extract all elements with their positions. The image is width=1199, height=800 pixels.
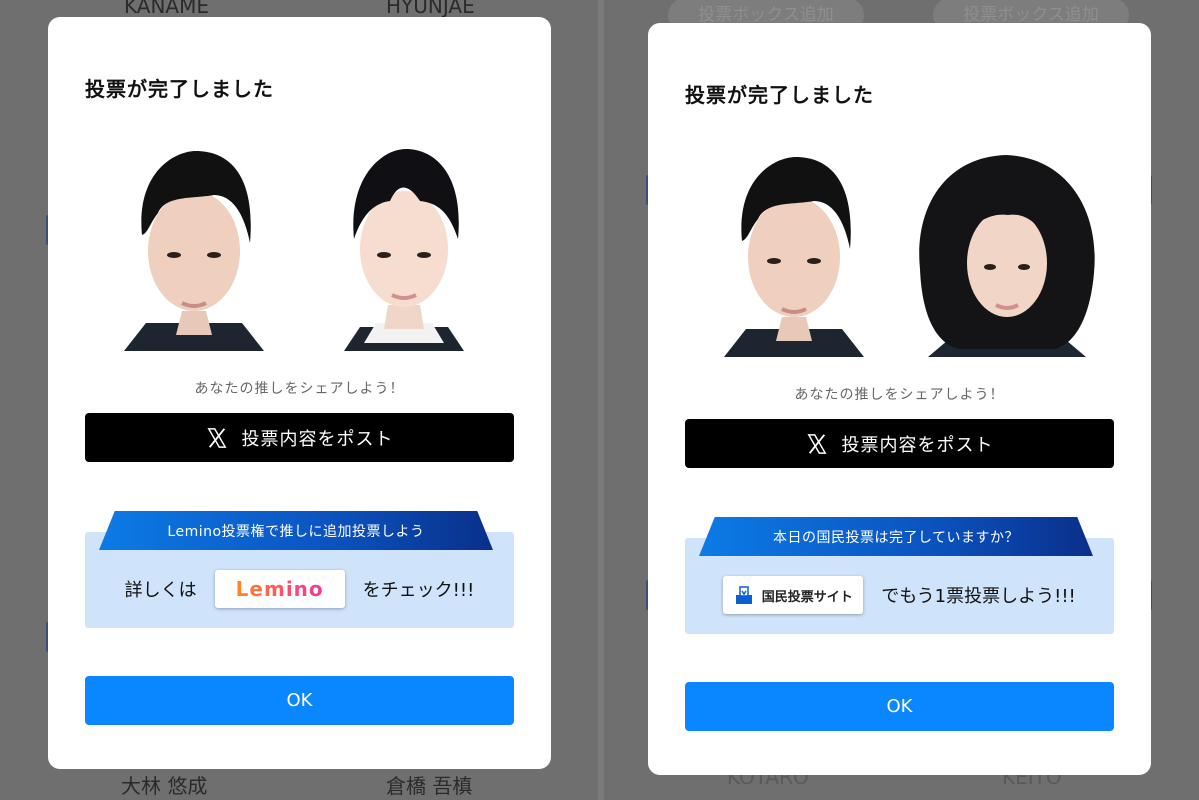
post-button-label: 投票内容をポスト [841,434,994,456]
lemino-promo-box: Lemino投票権で推しに追加投票しよう 詳しくは Lemino をチェック!!… [85,511,514,628]
bg-name-top-2: HYUNJAE [386,0,475,18]
site-badge-label: 国民投票サイト [761,589,853,605]
candidate-photo-1 [714,149,874,357]
x-logo-icon [806,433,827,454]
x-logo-icon [206,427,227,448]
candidate-photo-2 [914,149,1100,357]
lemino-logo: Lemino [235,577,324,601]
promo-suffix: でもう1票投票しよう!!! [881,586,1076,607]
lemino-link-button[interactable]: Lemino [214,570,345,608]
modal-title: 投票が完了しました [685,83,874,107]
vote-complete-modal: 投票が完了しました あなたの推しをシェアしよう！ 投票内容をポスト 本日の国民投… [648,23,1151,775]
national-vote-site-button[interactable]: 国民投票サイト [723,576,864,614]
promo-row: 詳しくは Lemino をチェック!!! [85,570,514,608]
post-to-x-button[interactable]: 投票内容をポスト [685,419,1114,468]
candidate-photo-1 [114,143,274,351]
post-to-x-button[interactable]: 投票内容をポスト [85,413,514,462]
share-prompt: あなたの推しをシェアしよう！ [194,381,405,397]
bg-name-bottom-1: 大林 悠成 [121,774,208,798]
national-vote-promo-box: 本日の国民投票は完了していますか？ 国民投票サイト でもう1票投票しよう!!! [685,517,1114,634]
post-button-label: 投票内容をポスト [241,428,394,450]
bg-name-top-1: KANAME [124,0,209,18]
modal-title: 投票が完了しました [85,77,274,101]
bg-name-bottom-2: 倉橋 吾槙 [386,774,473,798]
share-prompt: あなたの推しをシェアしよう！ [794,387,1005,403]
vote-complete-modal: 投票が完了しました あなたの推しをシェアしよう！ 投票内容をポスト Lemino… [48,17,551,769]
ok-button[interactable]: OK [685,682,1114,731]
promo-suffix: をチェック!!! [362,580,475,601]
promo-ribbon: 本日の国民投票は完了していますか？ [699,517,1093,556]
background-divider [598,0,604,800]
promo-row: 国民投票サイト でもう1票投票しよう!!! [685,576,1114,614]
ballot-box-icon [735,586,752,604]
promo-prefix: 詳しくは [124,580,197,601]
ok-button[interactable]: OK [85,676,514,725]
promo-ribbon: Lemino投票権で推しに追加投票しよう [99,511,493,550]
candidate-photo-2 [324,143,484,351]
